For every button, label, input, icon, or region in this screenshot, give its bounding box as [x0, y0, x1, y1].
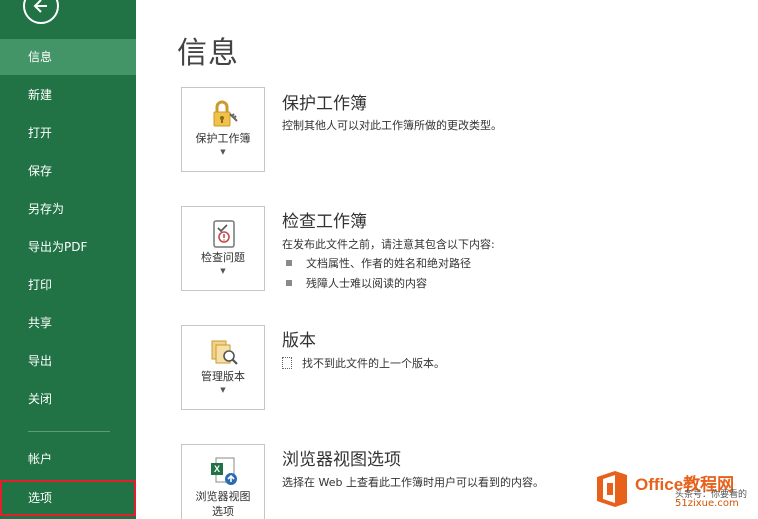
nav-item-print[interactable]: 打印 — [0, 267, 136, 303]
backstage-sidebar: 信息 新建 打开 保存 另存为 导出为PDF 打印 共享 导出 关闭 帐户 选项 — [0, 0, 136, 519]
watermark: Office教程网 头条号：你要看的 51zixue.com — [595, 467, 755, 519]
list-item: 残障人士难以阅读的内容 — [286, 275, 427, 291]
nav-item-export-pdf[interactable]: 导出为PDF — [0, 229, 136, 265]
nav-item-close[interactable]: 关闭 — [0, 381, 136, 417]
office-logo-icon — [597, 471, 627, 507]
inspect-document-icon — [213, 220, 235, 248]
tile-label: 保护工作簿 — [195, 132, 251, 145]
arrow-left-circle-icon — [33, 0, 47, 13]
nav-item-account[interactable]: 帐户 — [0, 441, 136, 477]
nav-item-info[interactable]: 信息 — [0, 39, 136, 75]
chevron-down-icon: ▼ — [220, 386, 226, 394]
check-for-issues-button[interactable]: 检查问题 ▼ — [181, 206, 265, 291]
section-note-versions: 找不到此文件的上一个版本。 — [282, 355, 445, 371]
tile-label-line2: 选项 — [212, 505, 234, 518]
bullet-icon — [286, 260, 292, 266]
lock-key-icon — [213, 100, 238, 127]
list-item-text: 残障人士难以阅读的内容 — [306, 277, 427, 290]
nav-divider — [28, 431, 110, 432]
section-desc-browser-view: 选择在 Web 上查看此工作簿时用户可以看到的内容。 — [282, 476, 544, 489]
nav-item-options[interactable]: 选项 — [0, 480, 136, 516]
list-item-text: 文档属性、作者的姓名和绝对路径 — [306, 257, 471, 270]
protect-workbook-button[interactable]: 保护工作簿 ▼ — [181, 87, 265, 172]
chevron-down-icon: ▼ — [220, 148, 226, 156]
bullet-icon — [286, 280, 292, 286]
watermark-url: 51zixue.com — [675, 498, 739, 509]
tile-label-line1: 浏览器视图 — [195, 490, 251, 503]
versions-note-text: 找不到此文件的上一个版本。 — [302, 357, 445, 370]
nav-item-save[interactable]: 保存 — [0, 153, 136, 189]
page-title: 信息 — [177, 36, 239, 71]
nav-item-export[interactable]: 导出 — [0, 343, 136, 379]
tile-label: 检查问题 — [201, 251, 245, 264]
document-icon — [282, 357, 292, 369]
browser-view-options-button[interactable]: X 浏览器视图 选项 — [181, 444, 265, 519]
section-title-browser-view: 浏览器视图选项 — [282, 450, 401, 470]
nav-item-save-as[interactable]: 另存为 — [0, 191, 136, 227]
browser-view-excel-icon: X — [211, 457, 237, 485]
nav-item-new[interactable]: 新建 — [0, 77, 136, 113]
manage-versions-icon — [211, 340, 238, 365]
section-desc-inspect: 在发布此文件之前，请注意其包含以下内容: — [282, 238, 495, 251]
nav-item-open[interactable]: 打开 — [0, 115, 136, 151]
list-item: 文档属性、作者的姓名和绝对路径 — [286, 255, 471, 271]
svg-text:X: X — [214, 464, 220, 474]
back-button[interactable] — [23, 0, 59, 24]
nav-item-share[interactable]: 共享 — [0, 305, 136, 341]
manage-versions-button[interactable]: 管理版本 ▼ — [181, 325, 265, 410]
section-desc-protect: 控制其他人可以对此工作簿所做的更改类型。 — [282, 119, 502, 132]
chevron-down-icon: ▼ — [220, 267, 226, 275]
section-title-inspect: 检查工作簿 — [282, 212, 367, 232]
section-title-versions: 版本 — [282, 331, 316, 351]
tile-label: 管理版本 — [201, 370, 245, 383]
section-title-protect: 保护工作簿 — [282, 94, 367, 114]
